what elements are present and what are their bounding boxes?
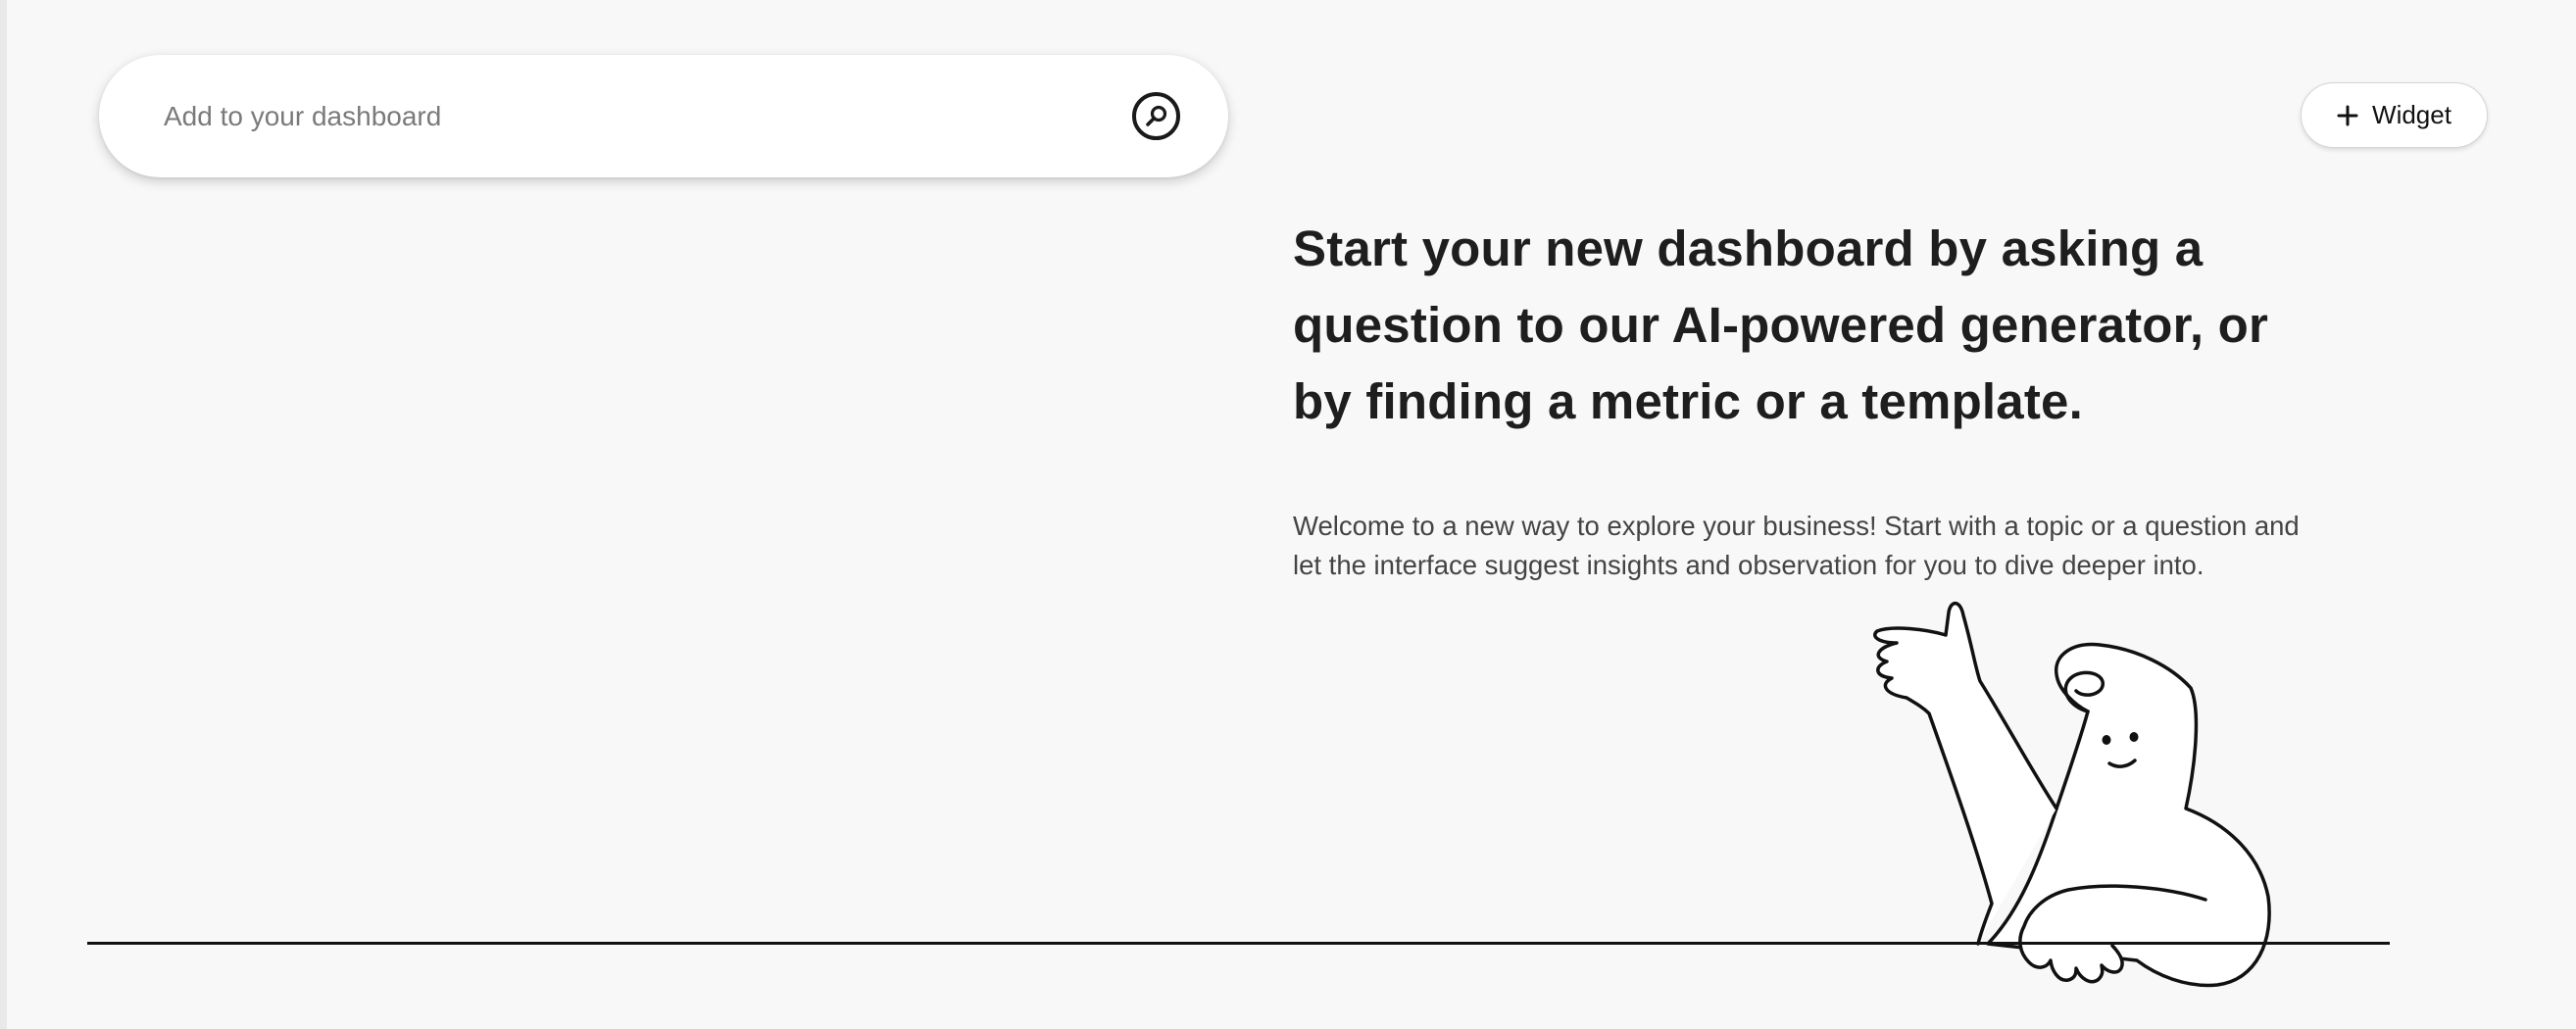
plus-icon — [2337, 105, 2358, 125]
search-input[interactable] — [164, 55, 1105, 177]
search-icon — [1145, 105, 1166, 126]
waving-character-illustration — [1873, 601, 2271, 988]
ground-line — [87, 942, 2390, 945]
empty-state-description: Welcome to a new way to explore your bus… — [1293, 511, 2300, 580]
search-bar[interactable] — [99, 55, 1228, 177]
widget-button-label: Widget — [2372, 100, 2452, 129]
left-edge-divider — [0, 0, 7, 1029]
add-widget-button[interactable]: Widget — [2301, 82, 2488, 148]
search-button[interactable] — [1132, 92, 1180, 140]
empty-state-headline: Start your new dashboard by asking a que… — [1293, 220, 2269, 429]
